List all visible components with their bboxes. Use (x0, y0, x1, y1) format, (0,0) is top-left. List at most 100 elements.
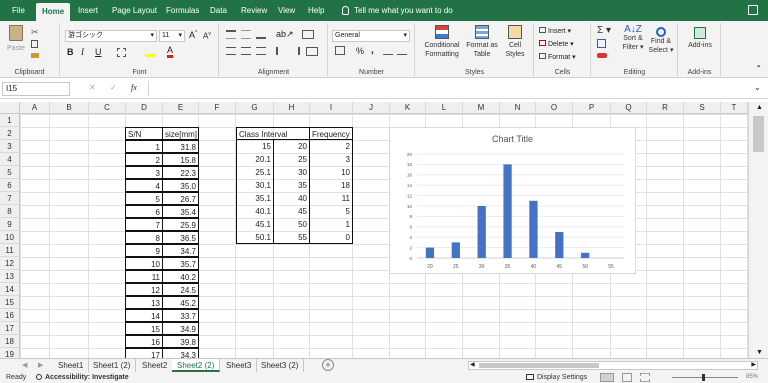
size-cell[interactable]: 35.0 (162, 179, 199, 192)
sn-cell[interactable]: 7 (125, 218, 163, 231)
clear-icon[interactable] (597, 53, 607, 58)
sheet-tab-sheet2[interactable]: Sheet2 (137, 359, 174, 372)
row-header[interactable]: 8 (0, 205, 20, 218)
scroll-thumb[interactable] (753, 116, 764, 152)
sheet-tab-sheet1-2[interactable]: Sheet1 (2) (88, 359, 137, 372)
tab-review[interactable]: Review (235, 0, 273, 21)
sn-cell[interactable]: 14 (125, 309, 163, 322)
column-header[interactable]: K (390, 102, 426, 114)
wrap-text-icon[interactable] (302, 30, 314, 39)
column-header[interactable]: G (236, 102, 274, 114)
share-icon[interactable] (748, 5, 758, 15)
row-header[interactable]: 15 (0, 296, 20, 309)
histogram-chart[interactable]: Chart Title 0 2 4 6 8 10 12 14 16 18 20 20 25 30 35 40 4… (389, 127, 636, 274)
sn-cell[interactable]: 6 (125, 205, 163, 218)
zoom-thumb[interactable] (702, 374, 705, 381)
insert-function-button[interactable]: fx (131, 83, 137, 92)
sn-cell[interactable]: 1 (125, 140, 163, 153)
decrease-decimal-icon[interactable] (397, 47, 407, 55)
frequency-cell[interactable]: 1 (309, 218, 353, 231)
align-left-icon[interactable] (226, 47, 236, 55)
decrease-indent-icon[interactable] (276, 47, 286, 55)
italic-button[interactable]: I (81, 47, 84, 57)
sn-cell[interactable]: 10 (125, 257, 163, 270)
tab-page-layout[interactable]: Page Layout (106, 0, 163, 21)
page-layout-view-icon[interactable] (622, 373, 632, 382)
size-cell[interactable]: 35.7 (162, 257, 199, 270)
hscroll-thumb[interactable] (479, 363, 599, 368)
horizontal-scrollbar[interactable]: ◀ ▶ (468, 361, 758, 370)
row-header[interactable]: 2 (0, 127, 20, 140)
bar[interactable] (555, 232, 564, 258)
expand-formula-icon[interactable]: ⌄ (754, 83, 761, 92)
column-header[interactable]: A (20, 102, 50, 114)
merge-center-icon[interactable] (306, 47, 318, 56)
row-header[interactable]: 3 (0, 140, 20, 153)
bar[interactable] (451, 242, 460, 258)
vertical-scrollbar[interactable]: ▲ ▼ (748, 102, 768, 358)
comma-button[interactable]: , (371, 45, 374, 56)
column-header[interactable]: L (426, 102, 463, 114)
row-header[interactable]: 5 (0, 166, 20, 179)
fill-icon[interactable] (597, 39, 606, 48)
header-sn[interactable]: S/N (125, 127, 163, 140)
cut-icon[interactable]: ✂ (31, 27, 39, 38)
size-cell[interactable]: 34.9 (162, 322, 199, 335)
column-header[interactable]: D (126, 102, 163, 114)
fill-color-icon[interactable] (145, 48, 155, 57)
scroll-up-icon[interactable]: ▲ (756, 104, 763, 111)
font-size-select[interactable]: 11 ▾ (159, 30, 185, 42)
sheet-tab-sheet2-2[interactable]: Sheet2 (2) (172, 359, 221, 372)
upper-bound-cell[interactable]: 55 (273, 231, 310, 244)
row-header[interactable]: 7 (0, 192, 20, 205)
insert-cells-button[interactable]: Insert ▾ (539, 27, 571, 35)
column-header[interactable]: J (353, 102, 390, 114)
lower-bound-cell[interactable]: 45.1 (236, 218, 274, 231)
align-top-icon[interactable] (226, 30, 236, 39)
select-all-corner[interactable] (0, 102, 20, 114)
paste-button[interactable]: Paste (5, 25, 27, 53)
sn-cell[interactable]: 2 (125, 153, 163, 166)
column-header[interactable]: C (89, 102, 126, 114)
number-format-select[interactable]: General ▾ (332, 30, 410, 42)
lower-bound-cell[interactable]: 25.1 (236, 166, 274, 179)
header-class-interval[interactable]: Class Interval (236, 127, 310, 140)
upper-bound-cell[interactable]: 40 (273, 192, 310, 205)
size-cell[interactable]: 39.8 (162, 335, 199, 348)
tab-file[interactable]: File (6, 0, 31, 21)
prev-sheet-icon[interactable]: ◀ (22, 361, 27, 369)
size-cell[interactable]: 45.2 (162, 296, 199, 309)
sn-cell[interactable]: 4 (125, 179, 163, 192)
display-settings[interactable]: Display Settings (526, 372, 587, 383)
conditional-formatting-button[interactable]: Conditional Formatting (419, 25, 465, 59)
size-cell[interactable]: 35.4 (162, 205, 199, 218)
frequency-cell[interactable]: 10 (309, 166, 353, 179)
upper-bound-cell[interactable]: 30 (273, 166, 310, 179)
frequency-cell[interactable]: 3 (309, 153, 353, 166)
addins-button[interactable]: Add-ins (683, 25, 717, 50)
accessibility-status[interactable]: Accessibility: Investigate (36, 372, 129, 383)
size-cell[interactable]: 34.7 (162, 244, 199, 257)
row-header[interactable]: 11 (0, 244, 20, 257)
cell-styles-button[interactable]: Cell Styles (500, 25, 530, 59)
upper-bound-cell[interactable]: 20 (273, 140, 310, 153)
column-header[interactable]: B (50, 102, 89, 114)
copy-icon[interactable] (31, 40, 38, 48)
sheet-tab-sheet3-2[interactable]: Sheet3 (2) (256, 359, 305, 372)
sheet-tab-sheet1[interactable]: Sheet1 (53, 359, 90, 372)
row-header[interactable]: 9 (0, 218, 20, 231)
tab-insert[interactable]: Insert (72, 0, 104, 21)
column-header[interactable]: M (463, 102, 500, 114)
scroll-down-icon[interactable]: ▼ (756, 349, 763, 356)
increase-indent-icon[interactable] (290, 47, 300, 55)
lower-bound-cell[interactable]: 30.1 (236, 179, 274, 192)
row-header[interactable]: 10 (0, 231, 20, 244)
size-cell[interactable]: 22.3 (162, 166, 199, 179)
size-cell[interactable]: 26.7 (162, 192, 199, 205)
align-center-icon[interactable] (241, 47, 251, 55)
increase-decimal-icon[interactable] (383, 47, 393, 55)
column-header[interactable]: P (573, 102, 611, 114)
bar[interactable] (477, 206, 486, 258)
enter-icon[interactable]: ✓ (110, 83, 117, 92)
header-frequency[interactable]: Frequency (309, 127, 353, 140)
